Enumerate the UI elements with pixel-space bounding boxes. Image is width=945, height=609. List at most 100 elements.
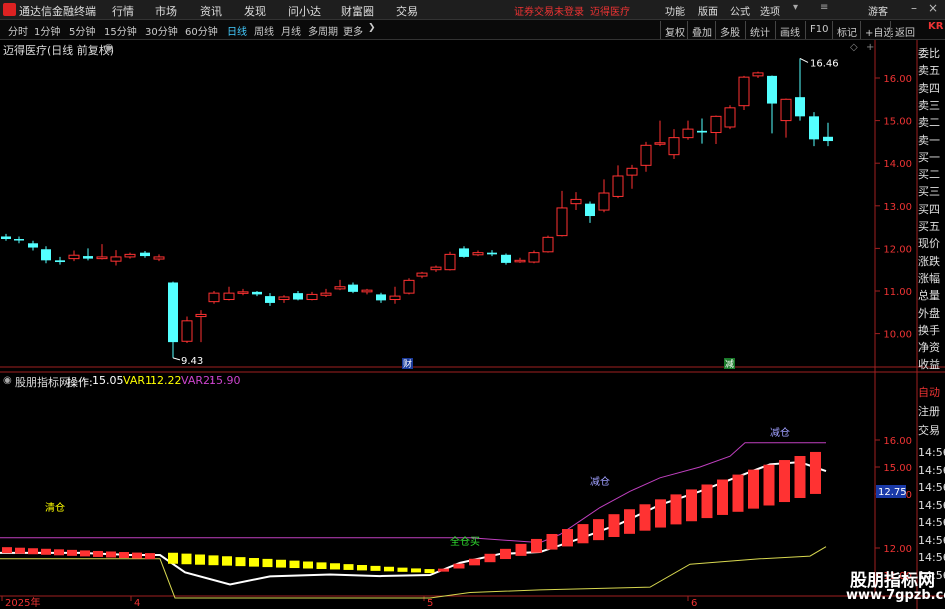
tf-multi[interactable]: 多周期 bbox=[308, 23, 338, 38]
candle-up bbox=[542, 236, 554, 253]
toolbar-biaoji[interactable]: 标记 bbox=[832, 21, 861, 39]
tf-daily[interactable]: 日线 bbox=[227, 23, 247, 38]
chart-labels: 16.00 15.00 14.00 13.00 12.00 11.00 10.00 16.00… bbox=[5, 57, 912, 609]
signal-bar-yellow bbox=[357, 565, 367, 571]
candle-up bbox=[556, 207, 568, 237]
stock-name-header: 迈得医疗 bbox=[590, 7, 630, 18]
annot-qing-cang: 清仓 bbox=[45, 501, 65, 514]
menu-wenxiaoda[interactable]: 问小达 bbox=[288, 3, 321, 19]
candle-up bbox=[237, 291, 249, 294]
candle-up bbox=[570, 198, 582, 205]
chevron-down-icon[interactable]: ▾ bbox=[793, 2, 798, 13]
candle-up bbox=[710, 115, 722, 134]
date-label: 6 bbox=[691, 598, 697, 609]
signal-bar-red bbox=[145, 553, 155, 560]
candle-up bbox=[752, 72, 764, 77]
tf-30min[interactable]: 30分钟 bbox=[145, 23, 178, 38]
tf-1min[interactable]: 1分钟 bbox=[34, 23, 60, 38]
op-value: 15.05 bbox=[92, 374, 124, 387]
guest-label[interactable]: 游客 bbox=[868, 3, 888, 18]
login-notice[interactable]: 证券交易未登录 bbox=[514, 3, 584, 18]
candle-up bbox=[68, 254, 80, 260]
toolbar-fanhui[interactable]: 返回 bbox=[890, 21, 919, 39]
toolbar-f10[interactable]: F10 bbox=[805, 21, 832, 39]
candle-up bbox=[724, 107, 736, 128]
signal-bar-red bbox=[500, 548, 511, 560]
toolbar-duogu[interactable]: 多股 bbox=[715, 21, 744, 39]
close-icon[interactable]: × bbox=[928, 1, 938, 15]
candle-down bbox=[28, 243, 38, 248]
candle-up bbox=[738, 76, 750, 107]
menu-jiaoyi[interactable]: 交易 bbox=[396, 3, 418, 19]
signal-bar-red bbox=[93, 550, 103, 557]
menu-hangqing[interactable]: 行情 bbox=[112, 3, 134, 19]
annot-quan-cang: 全仓买 bbox=[450, 535, 480, 548]
annot-jian-cang-2: 减仓 bbox=[770, 426, 790, 439]
signal-bar-yellow bbox=[316, 562, 327, 569]
signal-bar-yellow bbox=[343, 564, 354, 570]
candle-up bbox=[654, 142, 666, 145]
minimize-icon[interactable]: – bbox=[911, 1, 917, 15]
signal-bar-yellow bbox=[222, 556, 232, 566]
menu-gongneng[interactable]: 功能 bbox=[665, 3, 685, 18]
settings-circle-icon[interactable]: ◉ bbox=[104, 41, 114, 54]
menu-faxian[interactable]: 发现 bbox=[244, 3, 266, 19]
menu-zixun[interactable]: 资讯 bbox=[200, 3, 222, 19]
candle-down bbox=[767, 75, 777, 104]
main-ytick-label: 11.00 bbox=[883, 287, 912, 298]
signal-bar-red bbox=[779, 460, 790, 503]
tf-60min[interactable]: 60分钟 bbox=[185, 23, 218, 38]
candle-up bbox=[626, 167, 638, 176]
candle-down bbox=[55, 260, 65, 263]
candle-up bbox=[640, 144, 652, 166]
signal-bar-yellow bbox=[289, 560, 300, 569]
signal-bar-red bbox=[686, 489, 697, 522]
plus-icon[interactable]: + bbox=[866, 42, 874, 53]
signal-bar-red bbox=[80, 550, 90, 557]
app-title: 通达信金融终端 bbox=[19, 5, 96, 18]
menu-banmian[interactable]: 版面 bbox=[698, 3, 718, 18]
toolbar-diejia[interactable]: 叠加 bbox=[687, 21, 716, 39]
candle-up bbox=[361, 289, 373, 293]
menu-more-icon[interactable]: ≡ bbox=[820, 2, 828, 13]
signal-bar-red bbox=[748, 469, 759, 509]
chevron-right-icon[interactable]: ❯ bbox=[368, 23, 376, 33]
candle-up bbox=[181, 320, 193, 342]
chart-area: 16.00 15.00 14.00 13.00 12.00 11.00 10.00 16.00… bbox=[0, 40, 945, 609]
menu-shichang[interactable]: 市场 bbox=[155, 3, 177, 19]
candle-up bbox=[96, 256, 108, 260]
tf-15min[interactable]: 15分钟 bbox=[104, 23, 137, 38]
main-ytick-label: 15.00 bbox=[883, 117, 912, 128]
diamond-icon[interactable]: ◇ bbox=[850, 42, 858, 53]
indicator-settings-icon[interactable]: ◉ bbox=[3, 375, 12, 386]
candle-down bbox=[293, 293, 303, 300]
toolbar-huaxian[interactable]: 画线 bbox=[775, 21, 804, 39]
signal-bar-red bbox=[41, 548, 51, 555]
signal-bar-yellow bbox=[384, 566, 394, 572]
main-ytick-label: 13.00 bbox=[883, 202, 912, 213]
candle-up bbox=[403, 279, 415, 294]
toolbar-tongji[interactable]: 统计 bbox=[745, 21, 774, 39]
indicator-series bbox=[0, 442, 827, 599]
menu-caifuquan[interactable]: 财富圈 bbox=[341, 3, 374, 19]
signal-bar-red bbox=[701, 484, 713, 519]
candle-up bbox=[444, 253, 456, 271]
candle-down bbox=[252, 291, 262, 295]
main-ytick-label: 14.00 bbox=[883, 159, 912, 170]
tf-5min[interactable]: 5分钟 bbox=[69, 23, 95, 38]
indicator-name: 股朋指标网 bbox=[15, 376, 70, 389]
menu-bar bbox=[0, 0, 945, 20]
current-value: 12.75 bbox=[878, 487, 907, 498]
candle-up bbox=[389, 295, 401, 301]
tf-weekly[interactable]: 周线 bbox=[254, 23, 274, 38]
signal-bar-red bbox=[67, 549, 77, 556]
tf-monthly[interactable]: 月线 bbox=[281, 23, 301, 38]
tf-more[interactable]: 更多 bbox=[343, 23, 363, 38]
tf-fenshi[interactable]: 分时 bbox=[8, 23, 28, 38]
menu-xuanxiang[interactable]: 选项 bbox=[760, 3, 780, 18]
toolbar-fuquan[interactable]: 复权 bbox=[660, 21, 689, 39]
signal-bar-yellow bbox=[411, 568, 421, 573]
signal-bar-red bbox=[54, 549, 64, 556]
signal-bar-red bbox=[655, 499, 666, 528]
menu-gongshi[interactable]: 公式 bbox=[730, 3, 750, 18]
